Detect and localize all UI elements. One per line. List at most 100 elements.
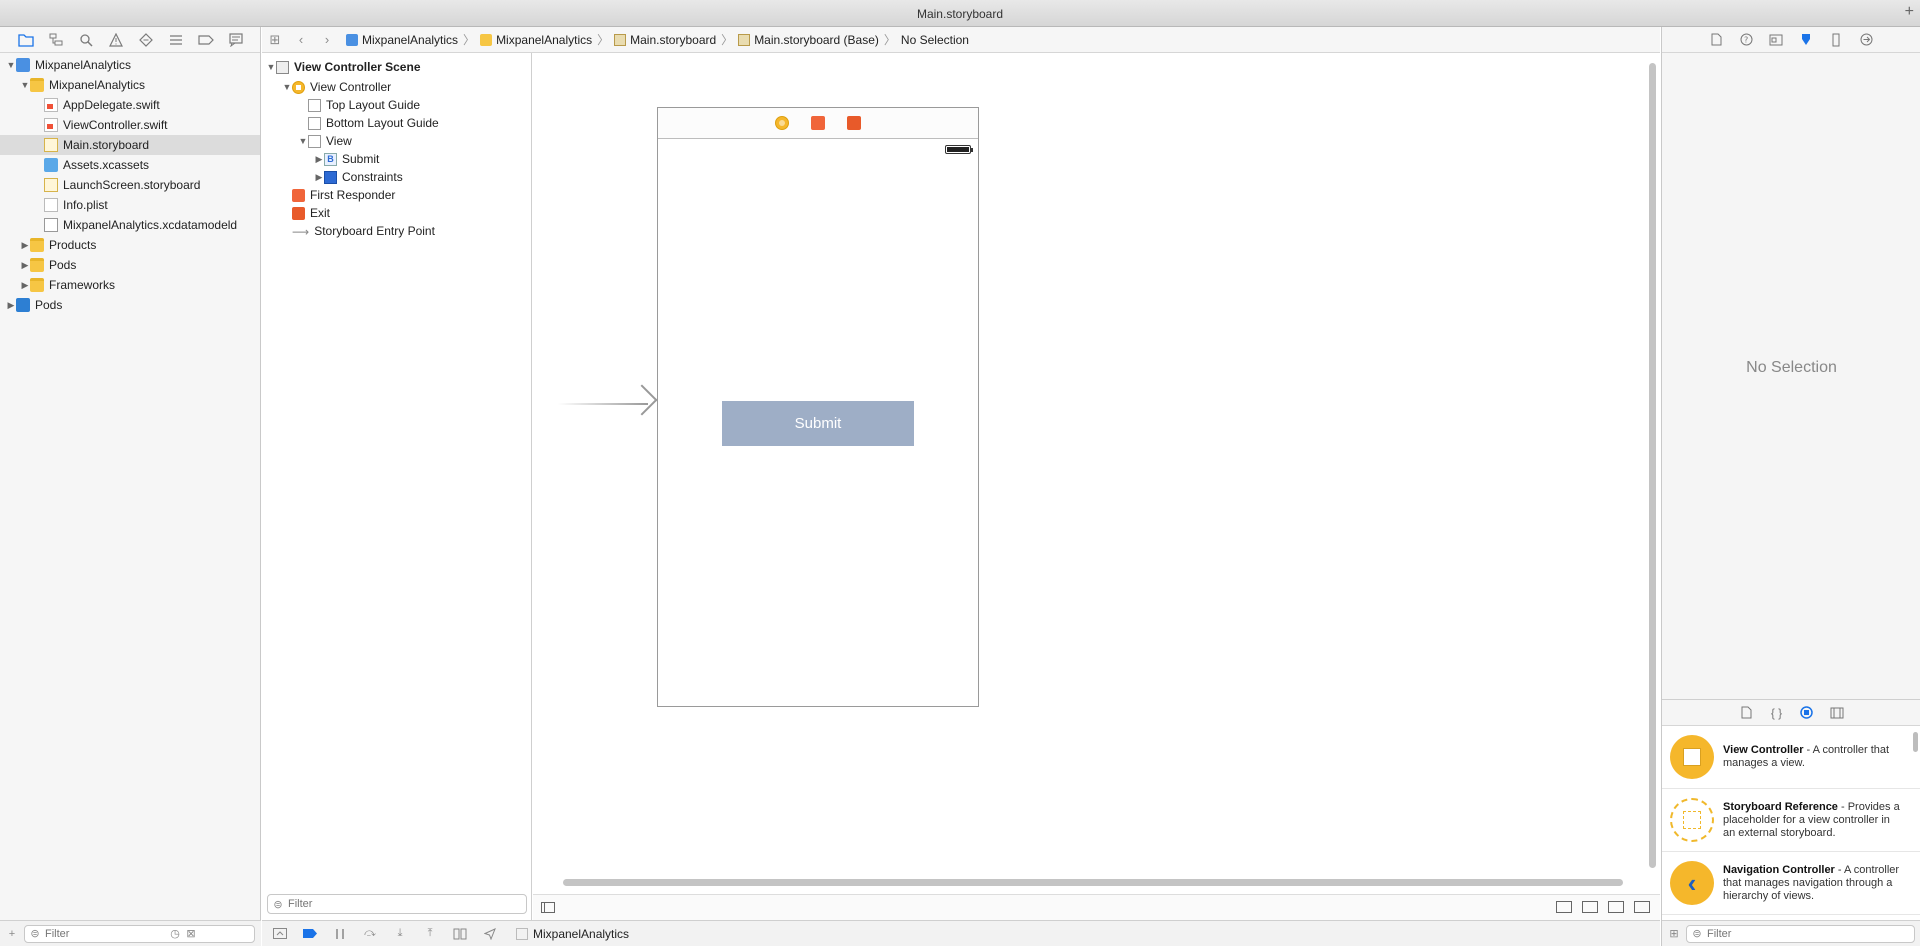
embed-in-stack-icon[interactable] xyxy=(1556,901,1572,913)
disclosure-triangle-icon[interactable]: ▶ xyxy=(20,260,30,271)
add-file-plus-icon[interactable]: + xyxy=(6,928,18,940)
disclosure-triangle-icon[interactable]: ▼ xyxy=(20,80,30,90)
tree-row[interactable]: Main.storyboard xyxy=(0,135,260,155)
identity-inspector-icon[interactable] xyxy=(1769,33,1783,47)
canvas-vertical-scrollbar[interactable] xyxy=(1649,63,1656,868)
pause-icon[interactable] xyxy=(332,928,348,940)
related-items-grid-icon[interactable]: ⊞ xyxy=(262,32,288,48)
exit-icon[interactable] xyxy=(847,116,861,130)
canvas-horizontal-scrollbar[interactable] xyxy=(563,879,1623,886)
first-responder-cube-icon[interactable] xyxy=(811,116,825,130)
file-template-library-icon[interactable] xyxy=(1740,706,1754,720)
submit-button[interactable]: Submit xyxy=(722,401,914,446)
tree-row[interactable]: ViewController.swift xyxy=(0,115,260,135)
tree-row[interactable]: ▶ Products xyxy=(0,235,260,255)
storyboard-reference-library-icon xyxy=(1670,798,1714,842)
breakpoint-navigator-tag-icon[interactable] xyxy=(198,32,214,48)
symbol-navigator-icon[interactable] xyxy=(48,32,64,48)
object-library-icon[interactable] xyxy=(1800,706,1814,720)
tree-row[interactable]: ▶ Frameworks xyxy=(0,275,260,295)
report-navigator-chat-icon[interactable] xyxy=(228,32,244,48)
media-library-film-icon[interactable] xyxy=(1830,706,1844,720)
quick-help-icon[interactable]: ? xyxy=(1739,33,1753,47)
simulate-location-icon[interactable] xyxy=(482,927,498,940)
tree-row[interactable]: ▼ MixpanelAnalytics xyxy=(0,55,260,75)
disclosure-triangle-icon[interactable]: ▼ xyxy=(298,136,308,146)
navigator-filter-field[interactable]: ⊜ ◷ ⊠ xyxy=(24,924,255,943)
outline-row[interactable]: ▶ Constraints xyxy=(262,168,531,186)
tree-row[interactable]: MixpanelAnalytics.xcdatamodeld xyxy=(0,215,260,235)
hide-debug-area-icon[interactable] xyxy=(272,928,288,940)
library-item[interactable]: View Controller - A controller that mana… xyxy=(1662,726,1920,789)
find-navigator-search-icon[interactable] xyxy=(78,32,94,48)
breadcrumb-selection[interactable]: No Selection xyxy=(901,33,969,47)
recent-files-clock-icon[interactable]: ◷ xyxy=(169,928,181,940)
breadcrumb-project[interactable]: MixpanelAnalytics xyxy=(346,33,458,47)
tree-row[interactable]: Info.plist xyxy=(0,195,260,215)
forward-chevron-icon[interactable]: › xyxy=(314,32,340,47)
scm-status-icon[interactable]: ⊠ xyxy=(185,928,197,940)
tree-row[interactable]: ▼ MixpanelAnalytics xyxy=(0,75,260,95)
code-snippet-library-braces-icon[interactable]: { } xyxy=(1770,706,1784,720)
attributes-inspector-icon[interactable] xyxy=(1799,33,1813,47)
disclosure-triangle-icon[interactable]: ▼ xyxy=(266,62,276,72)
tree-row[interactable]: ▶ Pods xyxy=(0,295,260,315)
align-icon[interactable] xyxy=(1582,901,1598,913)
breadcrumb-group[interactable]: MixpanelAnalytics xyxy=(480,33,592,47)
tree-row-label: LaunchScreen.storyboard xyxy=(63,178,201,192)
step-into-icon[interactable]: ⤓ xyxy=(392,927,408,940)
file-inspector-icon[interactable] xyxy=(1709,33,1723,47)
outline-row[interactable]: ▼ View Controller Scene xyxy=(262,56,531,78)
outline-row[interactable]: ▶ B Submit xyxy=(262,150,531,168)
breadcrumb-localization[interactable]: Main.storyboard (Base) xyxy=(738,33,879,47)
library-filter-input[interactable] xyxy=(1707,927,1887,940)
library-item[interactable]: Storyboard Reference - Provides a placeh… xyxy=(1662,789,1920,852)
outline-row[interactable]: Exit xyxy=(262,204,531,222)
debug-navigator-icon[interactable] xyxy=(168,32,184,48)
outline-filter-field[interactable]: ⊜ xyxy=(267,894,527,914)
toggle-outline-icon[interactable] xyxy=(541,902,555,913)
tree-row[interactable]: Assets.xcassets xyxy=(0,155,260,175)
size-inspector-ruler-icon[interactable] xyxy=(1829,33,1843,47)
grid-view-icon[interactable]: ⊞ xyxy=(1668,928,1680,940)
tree-row[interactable]: ▶ Pods xyxy=(0,255,260,275)
disclosure-triangle-icon[interactable]: ▶ xyxy=(314,154,324,165)
project-navigator-folder-icon[interactable] xyxy=(18,32,34,48)
outline-row[interactable]: Bottom Layout Guide xyxy=(262,114,531,132)
tree-row-label: Info.plist xyxy=(63,198,108,212)
connections-inspector-arrow-icon[interactable] xyxy=(1859,33,1873,47)
tree-row[interactable]: AppDelegate.swift xyxy=(0,95,260,115)
library-filter-field[interactable]: ⊜ xyxy=(1686,924,1915,943)
debug-scheme[interactable]: MixpanelAnalytics xyxy=(516,927,629,941)
add-tab-icon[interactable]: + xyxy=(1905,3,1914,21)
navigator-filter-input[interactable] xyxy=(45,927,165,940)
library-scrollbar[interactable] xyxy=(1913,732,1918,752)
disclosure-triangle-icon[interactable]: ▼ xyxy=(282,82,292,92)
pin-icon[interactable] xyxy=(1608,901,1624,913)
issue-navigator-warning-icon[interactable] xyxy=(108,32,124,48)
disclosure-triangle-icon[interactable]: ▶ xyxy=(6,300,16,311)
outline-row[interactable]: Top Layout Guide xyxy=(262,96,531,114)
resolve-autolayout-icon[interactable] xyxy=(1634,901,1650,913)
disclosure-triangle-icon[interactable]: ▶ xyxy=(20,240,30,251)
test-navigator-diamond-icon[interactable] xyxy=(138,32,154,48)
back-chevron-icon[interactable]: ‹ xyxy=(288,32,314,47)
outline-row[interactable]: First Responder xyxy=(262,186,531,204)
step-out-icon[interactable]: ⤒ xyxy=(422,927,438,940)
disclosure-triangle-icon[interactable]: ▼ xyxy=(6,60,16,70)
outline-filter-input[interactable] xyxy=(288,898,508,910)
view-controller-icon[interactable] xyxy=(775,116,789,130)
outline-row[interactable]: ▼ View Controller xyxy=(262,78,531,96)
view-debugger-icon[interactable] xyxy=(452,928,468,940)
storyboard-canvas[interactable]: Submit xyxy=(533,53,1660,920)
view-controller-scene[interactable]: Submit xyxy=(657,107,979,707)
outline-row[interactable]: ⟶ Storyboard Entry Point xyxy=(262,222,531,240)
disclosure-triangle-icon[interactable]: ▶ xyxy=(314,172,324,183)
breadcrumb-file[interactable]: Main.storyboard xyxy=(614,33,716,47)
tree-row[interactable]: LaunchScreen.storyboard xyxy=(0,175,260,195)
disclosure-triangle-icon[interactable]: ▶ xyxy=(20,280,30,291)
breakpoints-toggle-icon[interactable] xyxy=(302,928,318,940)
step-over-icon[interactable]: ⤼ xyxy=(362,927,378,940)
library-item[interactable]: ‹ Navigation Controller - A controller t… xyxy=(1662,852,1920,915)
outline-row[interactable]: ▼ View xyxy=(262,132,531,150)
